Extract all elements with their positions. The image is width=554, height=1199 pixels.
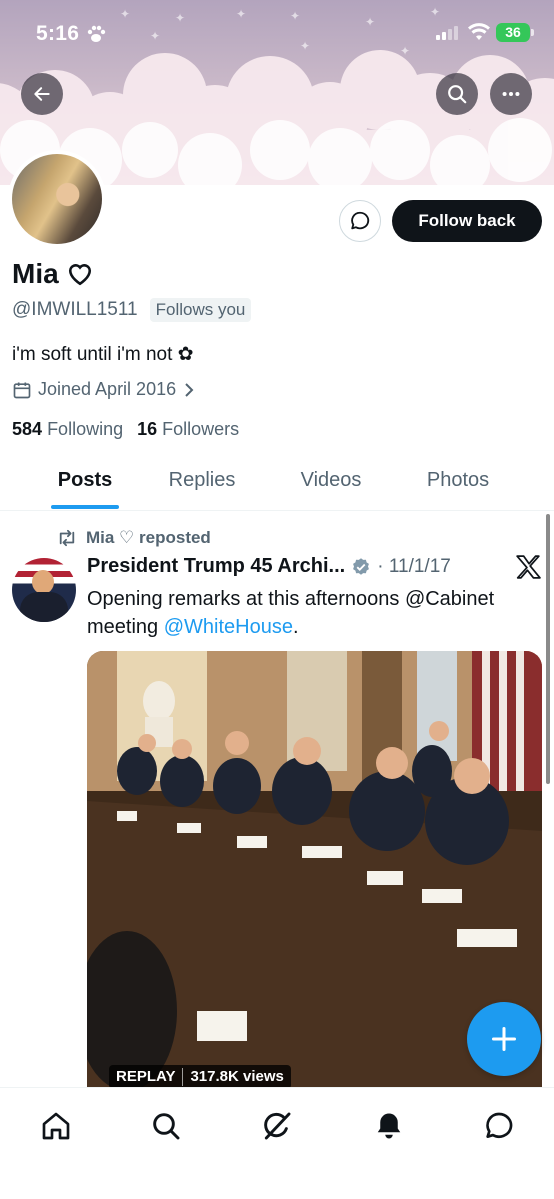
post-author-avatar[interactable] bbox=[12, 558, 76, 622]
nav-messages[interactable] bbox=[479, 1106, 519, 1146]
verified-badge-icon bbox=[353, 557, 370, 575]
post-date: · 11/1/17 bbox=[377, 555, 451, 577]
mention-link[interactable]: @WhiteHouse bbox=[164, 616, 293, 638]
avatar-face bbox=[32, 570, 54, 594]
message-button[interactable] bbox=[339, 200, 381, 242]
joined-text: Joined April 2016 bbox=[38, 379, 177, 399]
status-bar: 5:16 36 bbox=[0, 0, 554, 66]
follow-back-button[interactable]: Follow back bbox=[392, 200, 542, 242]
nav-search[interactable] bbox=[146, 1106, 186, 1146]
x-logo-icon bbox=[516, 555, 541, 579]
replay-label[interactable]: REPLAY bbox=[109, 1065, 182, 1087]
followers-link[interactable]: 16 Followers bbox=[137, 419, 239, 440]
follows-you-badge: Follows you bbox=[149, 298, 252, 322]
profile-name: Mia bbox=[12, 258, 59, 289]
arrow-left-icon bbox=[34, 87, 50, 101]
video-badge: REPLAY 317.8K views bbox=[109, 1065, 291, 1087]
nav-notifications[interactable] bbox=[369, 1106, 409, 1146]
tab-photos[interactable]: Photos bbox=[424, 455, 492, 510]
scrollbar[interactable] bbox=[546, 514, 550, 784]
compose-button[interactable] bbox=[467, 1002, 541, 1076]
profile-tabs: Posts Replies Videos Photos bbox=[0, 455, 554, 511]
profile-avatar[interactable] bbox=[8, 150, 106, 248]
more-horizontal-icon bbox=[502, 91, 520, 97]
following-label: Following bbox=[47, 419, 124, 439]
bottom-navigation bbox=[0, 1087, 554, 1199]
search-icon bbox=[448, 85, 467, 104]
repost-indicator: Mia ♡ reposted bbox=[56, 528, 211, 548]
followers-label: Followers bbox=[162, 419, 240, 439]
repost-icon bbox=[59, 529, 75, 547]
heart-icon bbox=[68, 264, 91, 286]
nav-home[interactable] bbox=[36, 1106, 76, 1146]
tab-posts[interactable]: Posts bbox=[0, 455, 170, 510]
profile-name-row: Mia bbox=[12, 258, 93, 290]
search-icon bbox=[153, 1113, 180, 1140]
home-icon bbox=[42, 1112, 70, 1140]
views-count: 317.8K views bbox=[190, 1068, 284, 1085]
grok-icon bbox=[264, 1112, 291, 1140]
battery-cap bbox=[531, 29, 534, 36]
chevron-right-icon[interactable] bbox=[182, 382, 196, 398]
notifications-icon bbox=[377, 1113, 401, 1139]
post-text-end: . bbox=[292, 616, 299, 638]
handle-row: @IMWILL1511 Follows you bbox=[12, 298, 252, 322]
wifi-icon bbox=[468, 23, 490, 46]
following-link[interactable]: 584 Following bbox=[12, 419, 123, 440]
calendar-icon bbox=[13, 382, 31, 398]
paw-icon bbox=[86, 24, 106, 49]
cellular-signal-icon bbox=[436, 26, 458, 45]
messages-icon bbox=[486, 1112, 513, 1138]
nav-grok[interactable] bbox=[257, 1106, 297, 1146]
following-count: 584 bbox=[12, 419, 43, 439]
more-button[interactable] bbox=[490, 73, 532, 115]
battery-indicator: 36 bbox=[496, 23, 530, 42]
active-tab-indicator bbox=[51, 505, 119, 509]
post-author-name[interactable]: President Trump 45 Archi... bbox=[87, 555, 345, 578]
message-icon bbox=[351, 211, 370, 230]
tab-replies[interactable]: Replies bbox=[166, 455, 238, 510]
repost-label: Mia ♡ reposted bbox=[86, 528, 211, 547]
post-text: Opening remarks at this afternoons @Cabi… bbox=[87, 585, 542, 641]
follow-counts: 584 Following 16 Followers bbox=[12, 419, 239, 440]
post-header: President Trump 45 Archi... · 11/1/17 bbox=[87, 555, 451, 578]
status-time: 5:16 bbox=[36, 22, 80, 45]
profile-handle: @IMWILL1511 bbox=[12, 299, 138, 320]
followers-count: 16 bbox=[137, 419, 158, 439]
profile-bio: i'm soft until i'm not ✿ bbox=[12, 344, 194, 365]
avatar-image bbox=[12, 154, 102, 244]
search-button[interactable] bbox=[436, 73, 478, 115]
joined-date: Joined April 2016 bbox=[12, 379, 196, 400]
back-button[interactable] bbox=[21, 73, 63, 115]
plus-icon bbox=[491, 1026, 517, 1052]
tab-videos[interactable]: Videos bbox=[238, 455, 424, 510]
avatar-suit bbox=[20, 592, 68, 622]
